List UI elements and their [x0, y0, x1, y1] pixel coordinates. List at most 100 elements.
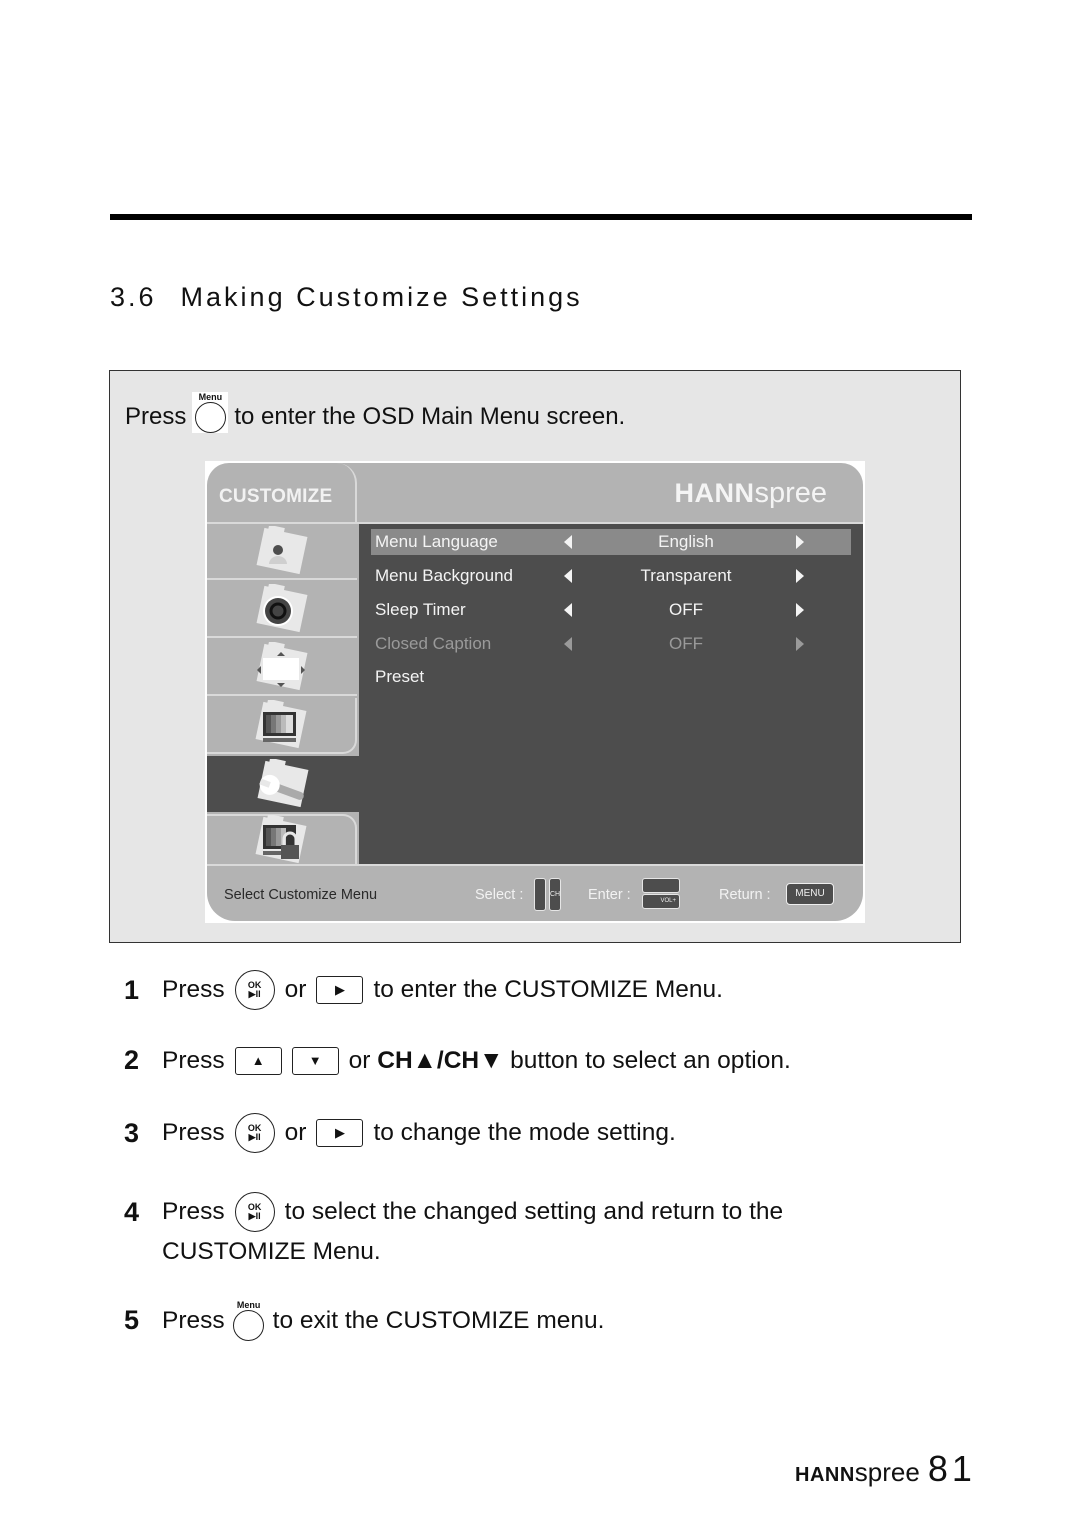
or-label: or [284, 1119, 307, 1146]
left-arrow-icon[interactable] [564, 535, 572, 549]
intro-instruction: Press Menu to enter the OSD Main Menu sc… [125, 392, 626, 437]
right-glyph: ▶ [334, 982, 345, 997]
menu-key-text: MENU [795, 888, 825, 899]
press-label: Press [162, 1198, 225, 1225]
sidebar-item-lock[interactable] [207, 814, 357, 864]
slash: / [436, 1046, 444, 1074]
brand-light: spree [754, 477, 827, 509]
option-menu-language[interactable]: Menu Language English [371, 529, 851, 555]
footer-brand-light: spree [854, 1457, 920, 1487]
press-label: Press [162, 1046, 225, 1074]
vol-plus-key-icon: VOL+ [642, 894, 680, 909]
lock-icon [255, 815, 307, 864]
press-label: Press [125, 402, 187, 430]
ch-key-icon: CH [549, 878, 561, 911]
option-preset[interactable]: Preset [371, 664, 851, 690]
select-label: Select : [475, 887, 524, 903]
left-arrow-icon[interactable] [564, 569, 572, 583]
step-number: 5 [124, 1305, 140, 1335]
footer-hint: Select Customize Menu [224, 887, 378, 903]
step-4: 4 Press OK ▶II to select the changed sett… [124, 1192, 783, 1232]
step-number: 1 [124, 974, 140, 1005]
osd-options-panel: Menu Language English Menu Background Tr… [359, 524, 863, 864]
sidebar-item-picture[interactable] [207, 524, 357, 580]
intro-text: to enter the OSD Main Menu screen. [234, 402, 626, 430]
play-pause-label: ▶II [248, 1211, 261, 1221]
section-heading: Making Customize Settings [180, 282, 583, 312]
step-text: to exit the CUSTOMIZE menu. [272, 1306, 605, 1334]
ch-up-label: CH▲ [377, 1046, 437, 1074]
header-rule [110, 214, 972, 220]
sound-icon [256, 584, 308, 633]
screen-icon [255, 700, 307, 749]
osd-sidebar [207, 524, 359, 864]
sidebar-item-sound[interactable] [207, 582, 357, 638]
menu-key-circle [194, 402, 226, 433]
play-pause-label: ▶II [248, 989, 261, 999]
sidebar-item-position[interactable] [207, 640, 357, 696]
vol-key-label: VOL+ [660, 898, 676, 904]
menu-key-icon: MENU [786, 883, 834, 905]
step-number: 3 [124, 1117, 140, 1148]
right-arrow-icon[interactable] [796, 603, 804, 617]
osd-header: CUSTOMIZE HANNspree [207, 463, 863, 524]
brand-bold: HANN [674, 478, 755, 508]
option-name: Menu Language [375, 532, 498, 551]
down-glyph: ▼ [308, 1053, 322, 1068]
left-arrow-icon[interactable] [564, 603, 572, 617]
play-pause-label: ▶II [248, 1132, 261, 1142]
menu-key-label: Menu [236, 1300, 261, 1310]
or-label: or [284, 976, 307, 1003]
step-number: 2 [124, 1045, 140, 1075]
right-key-icon [642, 878, 680, 893]
menu-button-icon: Menu [231, 1300, 267, 1341]
osd-tab-title-text: CUSTOMIZE [219, 486, 333, 507]
position-icon [256, 642, 308, 691]
option-sleep-timer[interactable]: Sleep Timer OFF [371, 597, 851, 623]
right-arrow-icon [796, 637, 804, 651]
option-closed-caption: Closed Caption OFF [371, 631, 851, 657]
ch-down-label: CH▼ [443, 1046, 504, 1074]
or-label: or [348, 1046, 371, 1074]
right-button-icon: ▶ [316, 976, 364, 1004]
option-menu-background[interactable]: Menu Background Transparent [371, 563, 851, 589]
section-title: 3.6 Making Customize Settings [110, 282, 583, 313]
option-value: OFF [669, 634, 703, 653]
menu-key-circle [233, 1310, 265, 1341]
customize-wrench-icon [257, 759, 309, 808]
sidebar-item-screen[interactable] [207, 698, 357, 754]
option-name: Preset [375, 667, 425, 686]
return-label: Return : [719, 887, 771, 903]
option-value: OFF [669, 600, 703, 619]
option-name: Sleep Timer [375, 600, 466, 619]
step-5: 5 Press Menu to exit the CUSTOMIZE menu. [124, 1300, 604, 1341]
step-number: 4 [124, 1196, 140, 1227]
option-value: English [658, 532, 714, 551]
step-text: to change the mode setting. [373, 1119, 676, 1146]
left-arrow-icon [564, 637, 572, 651]
ch-key-label: CH [550, 891, 561, 898]
right-arrow-icon[interactable] [796, 535, 804, 549]
picture-icon [256, 526, 308, 575]
step-text: button to select an option. [510, 1046, 791, 1074]
enter-label: Enter : [588, 887, 631, 903]
menu-button-icon: Menu [192, 392, 229, 433]
sidebar-item-customize[interactable] [207, 756, 359, 812]
option-name: Closed Caption [375, 634, 492, 653]
ok-play-button-icon: OK ▶II [234, 1192, 275, 1232]
section-number: 3.6 [110, 282, 157, 312]
up-glyph: ▲ [251, 1053, 265, 1068]
page-number: 81 [927, 1448, 976, 1489]
osd-footer: Select Customize Menu Select : CH Enter … [207, 864, 863, 921]
press-label: Press [162, 1119, 225, 1146]
step-text: to enter the CUSTOMIZE Menu. [373, 976, 723, 1003]
step-4-continuation: CUSTOMIZE Menu. [162, 1238, 381, 1265]
ok-play-button-icon: OK ▶II [234, 970, 275, 1010]
step-3: 3 Press OK ▶II or ▶ to change the mode se… [124, 1113, 676, 1153]
osd-tab-title: CUSTOMIZE [207, 463, 357, 523]
ok-play-button-icon: OK ▶II [234, 1113, 275, 1153]
step-text: to select the changed setting and return… [284, 1198, 784, 1225]
press-label: Press [162, 976, 225, 1003]
right-arrow-icon[interactable] [796, 569, 804, 583]
option-name: Menu Background [375, 566, 513, 585]
